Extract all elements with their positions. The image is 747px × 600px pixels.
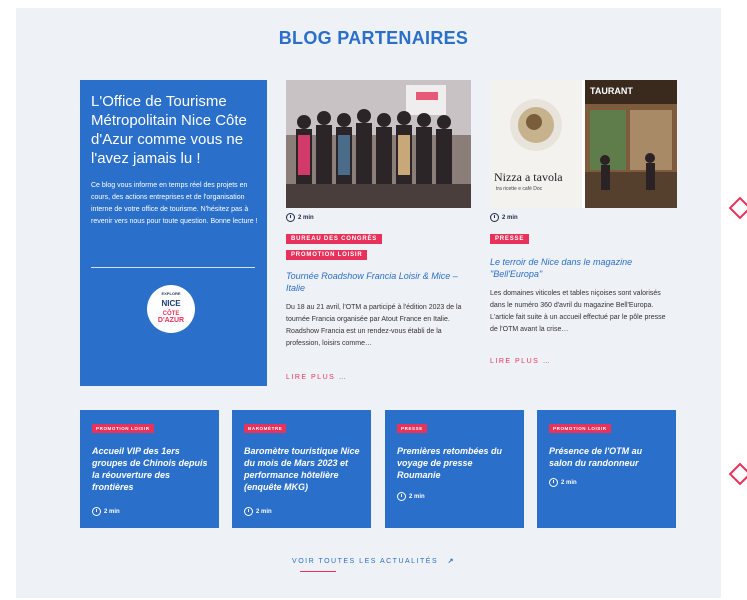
post-1-excerpt: Du 18 au 21 avril, l'OTM a participé à l… — [286, 304, 462, 347]
post-2-tag-presse[interactable]: PRESSE — [490, 234, 530, 244]
arrow-up-right-icon: ↗ — [447, 558, 455, 565]
clock-icon — [244, 507, 253, 516]
all-news-link[interactable]: VOIR TOUTES LES ACTUALITÉS ↗ — [0, 557, 747, 565]
small-post-card[interactable]: PRESSE Premières retombées du voyage de … — [385, 410, 524, 528]
clock-icon — [490, 213, 499, 222]
group-photo-icon — [286, 80, 471, 208]
post-2-title[interactable]: Le terroir de Nice dans le magazine "Bel… — [490, 256, 675, 280]
small-post-tag: BAROMÈTRE — [244, 424, 287, 433]
magazine-caption: Nizza a tavola — [494, 170, 563, 184]
small-post-card[interactable]: PROMOTION LOISIR Présence de l'OTM au sa… — [537, 410, 676, 528]
clock-icon — [286, 213, 295, 222]
small-post-title: Baromètre touristique Nice du mois de Ma… — [244, 446, 360, 492]
small-post-read-time: 2 min — [92, 507, 120, 516]
small-post-title: Présence de l'OTM au salon du randonneur — [549, 446, 643, 468]
small-post-card[interactable]: BAROMÈTRE Baromètre touristique Nice du … — [232, 410, 371, 528]
side-badge-icon[interactable] — [728, 462, 747, 486]
post-1-image[interactable] — [286, 80, 471, 208]
post-2-read-time: 2 min — [490, 213, 518, 222]
nice-cote-azur-logo[interactable]: EXPLORE NICE CÔTE D'AZUR — [147, 285, 195, 333]
small-post-tag: PROMOTION LOISIR — [549, 424, 611, 433]
small-post-read-time: 2 min — [397, 492, 425, 501]
all-news-underline — [300, 571, 336, 572]
logo-line-nice: NICE CÔTE — [161, 299, 181, 317]
side-badge-icon[interactable] — [728, 196, 747, 220]
intro-card: L'Office de Tourisme Métropolitain Nice … — [80, 80, 267, 386]
intro-body: Ce blog vous informe en temps réel des p… — [91, 182, 258, 225]
small-post-title: Premières retombées du voyage de presse … — [397, 446, 503, 480]
small-post-tag: PRESSE — [397, 424, 427, 433]
small-post-title: Accueil VIP des 1ers groupes de Chinois … — [92, 446, 208, 492]
small-post-tag: PROMOTION LOISIR — [92, 424, 154, 433]
small-post-read-time: 2 min — [549, 478, 577, 487]
post-1-title[interactable]: Tournée Roadshow Francia Loisir & Mice –… — [286, 270, 466, 294]
post-1-read-time: 2 min — [286, 213, 314, 222]
magazine-restaurant-sign: TAURANT — [590, 86, 633, 96]
all-news-label: VOIR TOUTES LES ACTUALITÉS — [292, 558, 439, 565]
clock-icon — [549, 478, 558, 487]
post-1-tag-bureau[interactable]: BUREAU DES CONGRÈS — [286, 234, 383, 244]
magazine-subcaption: tra ricette e café Doc — [496, 186, 543, 192]
post-1-read-more[interactable]: LIRE PLUS … — [286, 374, 347, 381]
intro-divider — [91, 267, 255, 268]
post-2-read-more[interactable]: LIRE PLUS … — [490, 358, 551, 365]
intro-heading: L'Office de Tourisme Métropolitain Nice … — [91, 93, 247, 167]
small-post-card[interactable]: PROMOTION LOISIR Accueil VIP des 1ers gr… — [80, 410, 219, 528]
clock-icon — [397, 492, 406, 501]
post-1-tag-promotion[interactable]: PROMOTION LOISIR — [286, 250, 368, 260]
post-2-excerpt: Les domaines viticoles et tables niçoise… — [490, 290, 666, 333]
small-post-read-time: 2 min — [244, 507, 272, 516]
logo-line-explore: EXPLORE — [161, 291, 181, 296]
clock-icon — [92, 507, 101, 516]
section-title: BLOG PARTENAIRES — [278, 28, 469, 48]
post-2-image[interactable]: Nizza a tavola tra ricette e café Doc TA… — [490, 80, 677, 208]
logo-line-azur: D'AZUR — [157, 317, 185, 324]
